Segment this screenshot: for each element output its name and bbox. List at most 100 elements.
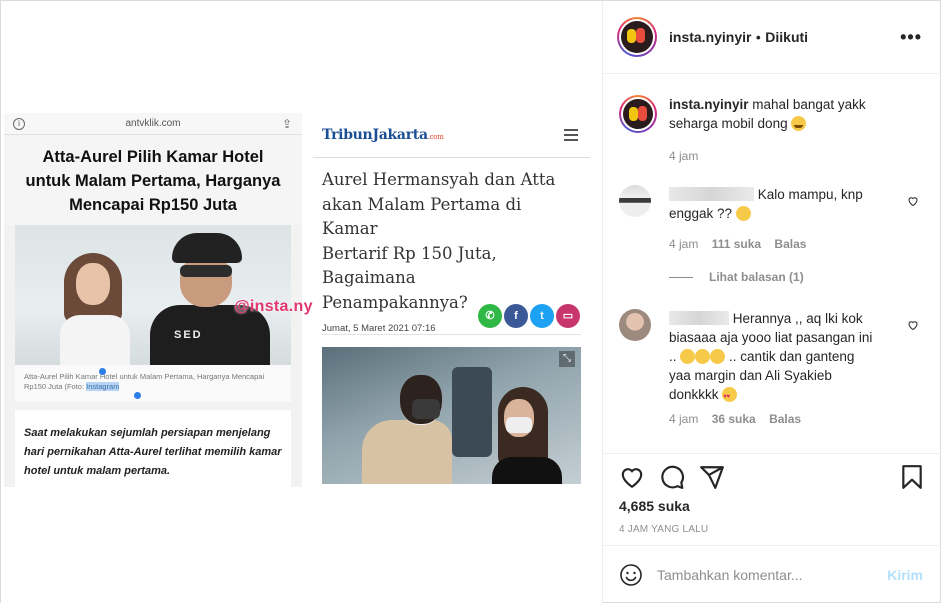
username-link[interactable]: insta.nyinyir — [669, 29, 751, 45]
article-photo: SED — [15, 225, 291, 365]
share-icon: ⇪ — [281, 117, 292, 131]
news-screenshot-tribunjakarta: TribunJakarta.com Aurel Hermansyah dan A… — [313, 114, 590, 486]
follow-status[interactable]: Diikuti — [765, 29, 808, 45]
title-line: akan Malam Pertama di Kamar — [322, 194, 522, 239]
facebook-icon: f — [504, 304, 528, 328]
photo-person — [60, 253, 130, 365]
grinning-emoji-icon — [695, 349, 711, 364]
comment-username[interactable]: insta.nyinyir — [669, 97, 749, 112]
headline-line: untuk Malam Pertama, Harganya — [25, 172, 281, 190]
post-header: insta.nyinyir • Diikuti ••• — [603, 1, 941, 74]
comment-line: donkkkk — [669, 387, 719, 402]
share-send-icon[interactable] — [699, 464, 725, 490]
separator: • — [755, 29, 761, 45]
avatar[interactable] — [617, 17, 657, 57]
comment-likes[interactable]: 111 suka — [712, 237, 761, 251]
grinning-emoji-icon — [680, 349, 696, 364]
photo-person — [492, 387, 562, 484]
browser-url-bar: i antvklik.com ⇪ — [4, 113, 302, 135]
post-actions: 4,685 suka 4 JAM YANG LALU — [603, 453, 941, 551]
share-buttons: ✆ f t ▭ — [476, 304, 580, 328]
site-logo: TribunJakarta.com — [322, 127, 444, 143]
post-time: 4 JAM YANG LALU — [619, 524, 709, 535]
caption-line: mahal bangat yakk — [752, 97, 866, 112]
blurred-username — [669, 311, 729, 325]
body-line: Saat melakukan sejumlah persiapan menjel… — [24, 427, 271, 439]
comment-line: yaa margin dan Ali Syakieb — [669, 368, 832, 383]
title-line: Bertarif Rp 150 Juta, Bagaimana — [322, 243, 497, 288]
save-bookmark-icon[interactable] — [899, 464, 925, 490]
send-comment-button[interactable]: Kirim — [887, 567, 923, 583]
heart-icon[interactable] — [907, 319, 919, 331]
whatsapp-icon: ✆ — [478, 304, 502, 328]
avatar[interactable] — [619, 95, 657, 133]
article-title: Aurel Hermansyah dan Atta akan Malam Per… — [313, 158, 590, 315]
comment-line: biasaaa aja yooo liat pasangan ini — [669, 330, 873, 345]
twitter-icon: t — [530, 304, 554, 328]
site-header: TribunJakarta.com — [313, 114, 590, 158]
comment-time: 4 jam — [669, 237, 699, 251]
reply-button[interactable]: Balas — [769, 412, 801, 426]
comment-meta: 4 jam 36 suka Balas — [669, 412, 801, 426]
comment-time: 4 jam — [669, 412, 699, 426]
browser-url: antvklik.com — [125, 118, 181, 129]
comment-line: Herannya ,, aq lki kok — [732, 311, 863, 326]
selection-handle — [134, 392, 141, 399]
photo-caption: Atta-Aurel Pilih Kamar Hotel untuk Malam… — [15, 365, 291, 402]
avatar[interactable] — [619, 185, 651, 217]
comment-line: .. — [669, 349, 677, 364]
caption-text: insta.nyinyir mahal bangat yakk seharga … — [669, 95, 899, 133]
caption-comment: insta.nyinyir mahal bangat yakk seharga … — [619, 95, 929, 165]
photo-person — [362, 375, 452, 484]
headline-line: Atta-Aurel Pilih Kamar Hotel — [42, 148, 264, 166]
shirt-text: SED — [174, 329, 203, 341]
post-sidebar: insta.nyinyir • Diikuti ••• insta.nyinyi… — [602, 1, 941, 603]
headline-line: Mencapai Rp150 Juta — [69, 196, 237, 214]
comment-line: .. cantik dan ganteng — [729, 349, 855, 364]
comment-icon: ▭ — [556, 304, 580, 328]
logo-text: TribunJakarta — [322, 127, 428, 143]
hamburger-menu-icon — [564, 129, 578, 144]
article-headline: Atta-Aurel Pilih Kamar Hotel untuk Malam… — [4, 135, 302, 225]
reply-button[interactable]: Balas — [774, 237, 806, 251]
comment-likes[interactable]: 36 suka — [712, 412, 756, 426]
instagram-post: i antvklik.com ⇪ Atta-Aurel Pilih Kamar … — [0, 0, 941, 603]
photo-object — [452, 367, 492, 457]
view-replies-button[interactable]: Lihat balasan (1) — [669, 270, 804, 284]
laughing-emoji-icon — [735, 206, 751, 221]
comment-line: enggak ?? — [669, 206, 733, 221]
emoji-picker-icon[interactable] — [619, 563, 643, 587]
caption-time: 4 jam — [669, 149, 699, 163]
article-photo: ⤡ — [322, 347, 581, 484]
body-line: hotel untuk malam pertama. — [24, 465, 171, 477]
comment-meta: 4 jam 111 suka Balas — [669, 237, 806, 251]
header-user: insta.nyinyir • Diikuti — [669, 29, 808, 47]
post-media[interactable]: i antvklik.com ⇪ Atta-Aurel Pilih Kamar … — [1, 1, 602, 603]
selection-handle — [99, 368, 106, 375]
caption-line: seharga mobil dong — [669, 116, 788, 131]
article-body: Saat melakukan sejumlah persiapan menjel… — [15, 410, 291, 487]
info-icon: i — [13, 118, 25, 130]
comments-list[interactable]: insta.nyinyir mahal bangat yakk seharga … — [603, 75, 941, 453]
comment-line: Kalo mampu, knp — [757, 187, 863, 202]
like-count[interactable]: 4,685 suka — [619, 498, 690, 514]
title-line: Aurel Hermansyah dan Atta — [322, 170, 556, 189]
like-heart-icon[interactable] — [619, 464, 645, 490]
add-comment-bar: Kirim — [603, 545, 941, 603]
blurred-username — [669, 187, 754, 201]
crying-emoji-icon — [791, 116, 807, 131]
expand-icon: ⤡ — [559, 351, 575, 367]
view-replies-label: Lihat balasan (1) — [709, 270, 804, 284]
comment-icon[interactable] — [659, 464, 685, 490]
comment-text: Kalo mampu, knp enggak ?? — [669, 185, 899, 223]
comment: Kalo mampu, knp enggak ?? 4 jam 111 suka… — [619, 185, 929, 275]
more-options-icon[interactable]: ••• — [900, 28, 922, 46]
comment-input[interactable] — [657, 566, 877, 584]
avatar[interactable] — [619, 309, 651, 341]
heart-icon[interactable] — [907, 195, 919, 207]
selected-text: Instagram — [86, 382, 120, 391]
grinning-emoji-icon — [710, 349, 726, 364]
caption-text: Atta-Aurel Pilih Kamar Hotel untuk Malam… — [24, 372, 265, 391]
logo-suffix: .com — [427, 133, 444, 141]
divider — [322, 334, 581, 335]
